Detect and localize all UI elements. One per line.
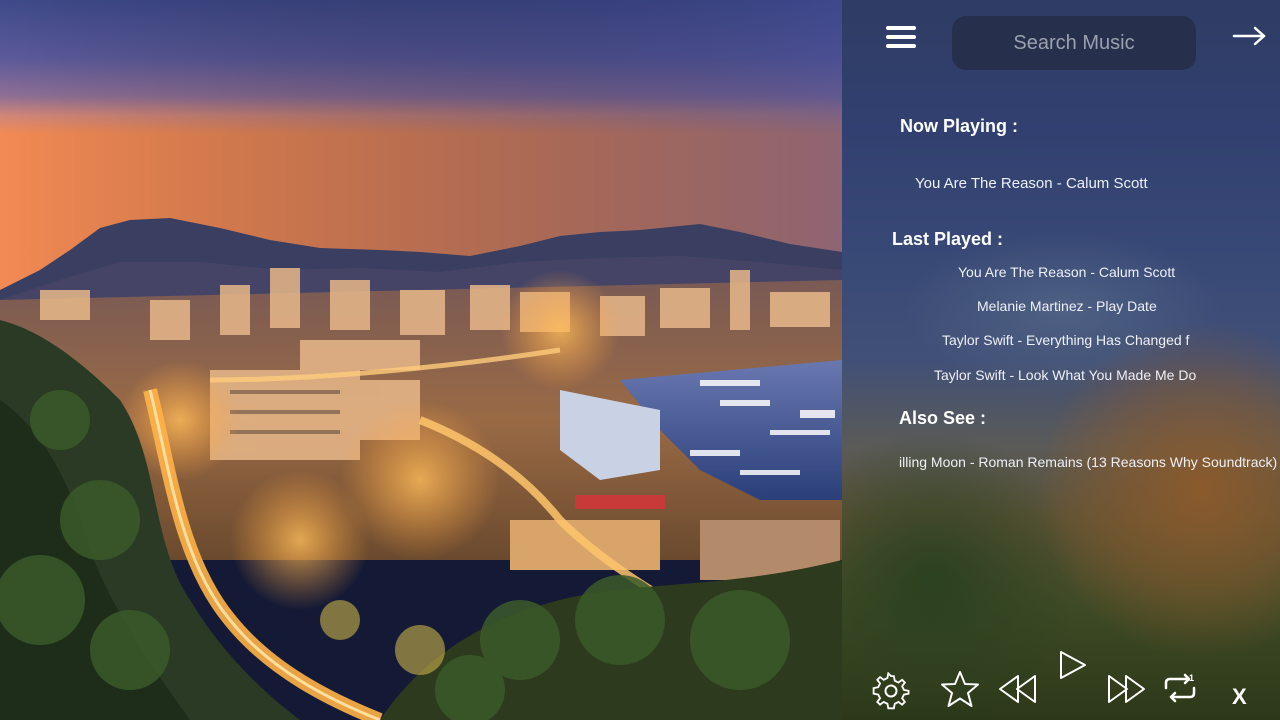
repeat-one-icon[interactable]: 1 [1162, 672, 1198, 704]
gear-icon[interactable] [872, 672, 910, 710]
now-playing-heading: Now Playing : [900, 116, 1019, 136]
now-playing-track[interactable]: You Are The Reason - Calum Scott [915, 175, 1148, 192]
star-icon[interactable] [940, 670, 980, 708]
hamburger-menu-icon[interactable] [886, 26, 916, 48]
arrow-right-icon[interactable] [1232, 22, 1268, 50]
background-photo [0, 0, 842, 720]
last-played-item[interactable]: Taylor Swift - Look What You Made Me Do [934, 367, 1196, 383]
music-panel: Now Playing : You Are The Reason - Calum… [842, 0, 1280, 720]
play-icon[interactable] [1058, 650, 1088, 680]
also-see-item[interactable]: illing Moon - Roman Remains (13 Reasons … [899, 454, 1277, 470]
rewind-icon[interactable] [998, 674, 1038, 704]
last-played-item[interactable]: Melanie Martinez - Play Date [977, 298, 1157, 314]
last-played-item[interactable]: Taylor Swift - Everything Has Changed f [942, 332, 1189, 348]
fast-forward-icon[interactable] [1106, 674, 1146, 704]
svg-text:1: 1 [1189, 673, 1194, 683]
last-played-item[interactable]: You Are The Reason - Calum Scott [958, 264, 1175, 280]
last-played-heading: Last Played : [892, 229, 1004, 249]
also-see-heading: Also See : [899, 408, 987, 428]
search-input[interactable] [952, 16, 1196, 70]
close-button[interactable]: X [1232, 684, 1247, 710]
